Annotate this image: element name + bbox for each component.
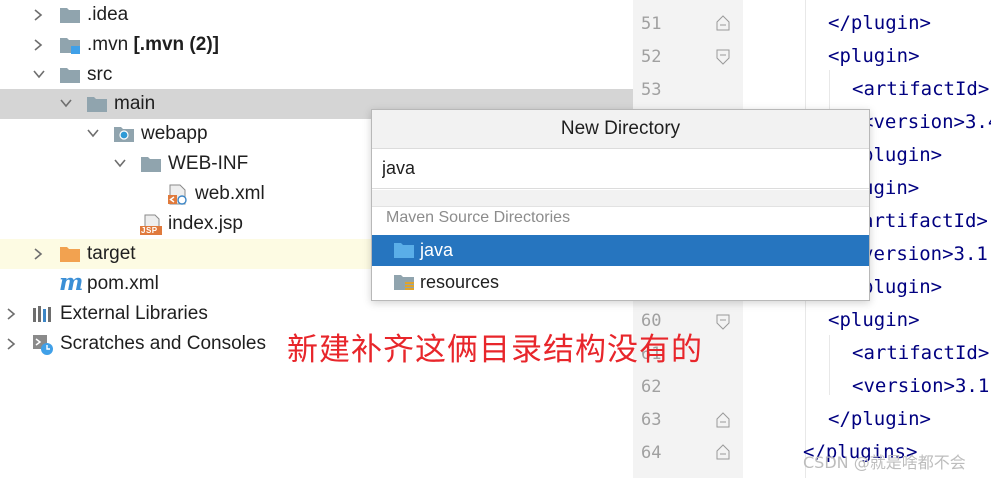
line-number: 51	[641, 14, 662, 34]
tree-item-label: Scratches and Consoles	[60, 333, 266, 354]
fold-start-icon[interactable]	[716, 314, 730, 330]
maven-icon: m	[59, 269, 83, 296]
watermark: CSDN @就是啥都不会	[803, 453, 966, 472]
annotation-text: 新建补齐这俩目录结构没有的	[287, 332, 703, 368]
option-resources[interactable]: resources	[372, 267, 869, 298]
code-line: plugin>	[862, 276, 943, 298]
tree-item-label: WEB-INF	[168, 153, 249, 174]
libraries-icon	[32, 304, 54, 324]
folder-icon	[59, 5, 81, 25]
excluded-folder-icon	[59, 244, 81, 264]
line-number: 62	[641, 377, 662, 397]
folder-icon	[86, 94, 108, 114]
line-number: 53	[641, 80, 662, 100]
code-line: <plugin>	[828, 45, 920, 67]
chevron-right-icon[interactable]	[6, 308, 16, 320]
code-line: <artifactId>	[852, 342, 990, 364]
tree-item-label: .idea	[87, 4, 129, 25]
code-line: </plugin>	[828, 408, 931, 430]
tree-item-idea[interactable]: .idea	[0, 0, 633, 30]
fold-end-icon[interactable]	[716, 444, 730, 460]
folder-icon	[140, 154, 162, 174]
source-folder-icon	[393, 240, 415, 260]
tree-item-label: index.jsp	[168, 213, 243, 234]
line-number: 64	[641, 443, 662, 463]
tree-item-label: webapp	[141, 123, 208, 144]
maven-glyph: m	[59, 269, 84, 296]
chevron-right-icon[interactable]	[33, 248, 43, 260]
directory-name-input[interactable]	[372, 149, 869, 189]
tree-item-mvn[interactable]: .mvn [.mvn (2)]	[0, 30, 633, 60]
jsp-badge: JSP	[141, 226, 158, 235]
line-number: 63	[641, 410, 662, 430]
indent-guide	[829, 335, 830, 395]
code-line: ugin>	[862, 177, 920, 199]
chevron-down-icon[interactable]	[33, 69, 45, 79]
chevron-right-icon[interactable]	[33, 39, 43, 51]
code-line: version>3.1	[862, 243, 988, 265]
code-line: </plugin>	[828, 12, 931, 34]
module-suffix: [.mvn (2)]	[133, 34, 219, 55]
fold-start-icon[interactable]	[716, 49, 730, 65]
code-line: <plugin>	[828, 309, 920, 331]
tree-item-src[interactable]: src	[0, 60, 633, 90]
option-label: resources	[420, 272, 500, 292]
resources-folder-icon	[393, 272, 415, 292]
tree-item-label: target	[87, 243, 136, 264]
code-line: artifactId>	[862, 210, 988, 232]
option-java[interactable]: java	[372, 235, 869, 266]
chevron-right-icon[interactable]	[33, 9, 43, 21]
popup-separator	[372, 190, 869, 207]
tree-item-label: pom.xml	[87, 273, 159, 294]
new-directory-popup: New Directory Maven Source Directories j…	[371, 109, 870, 301]
chevron-right-icon[interactable]	[6, 338, 16, 350]
folder-icon	[59, 65, 81, 85]
code-line: <artifactId>	[852, 78, 990, 100]
tree-item-label: .mvn	[87, 34, 129, 55]
web-folder-icon	[113, 124, 135, 144]
code-line: <version>3.4	[862, 111, 991, 133]
chevron-down-icon[interactable]	[114, 158, 126, 168]
fold-end-icon[interactable]	[716, 412, 730, 428]
section-label: Maven Source Directories	[386, 209, 571, 226]
jsp-file-icon: JSP	[139, 214, 162, 235]
tree-item-label: web.xml	[195, 183, 265, 204]
popup-title: New Directory	[372, 110, 869, 149]
module-folder-icon	[59, 35, 81, 55]
tree-item-label: External Libraries	[60, 303, 208, 324]
scratches-icon	[32, 334, 54, 355]
tree-item-label: src	[87, 64, 113, 85]
chevron-down-icon[interactable]	[60, 98, 72, 108]
code-line: plugin>	[862, 144, 943, 166]
chevron-down-icon[interactable]	[87, 128, 99, 138]
code-line: <version>3.1	[852, 375, 990, 397]
web-xml-file-icon	[167, 184, 189, 205]
option-label: java	[420, 240, 454, 260]
tree-item-label: main	[114, 93, 156, 114]
line-number: 52	[641, 47, 662, 67]
fold-end-icon[interactable]	[716, 15, 730, 31]
